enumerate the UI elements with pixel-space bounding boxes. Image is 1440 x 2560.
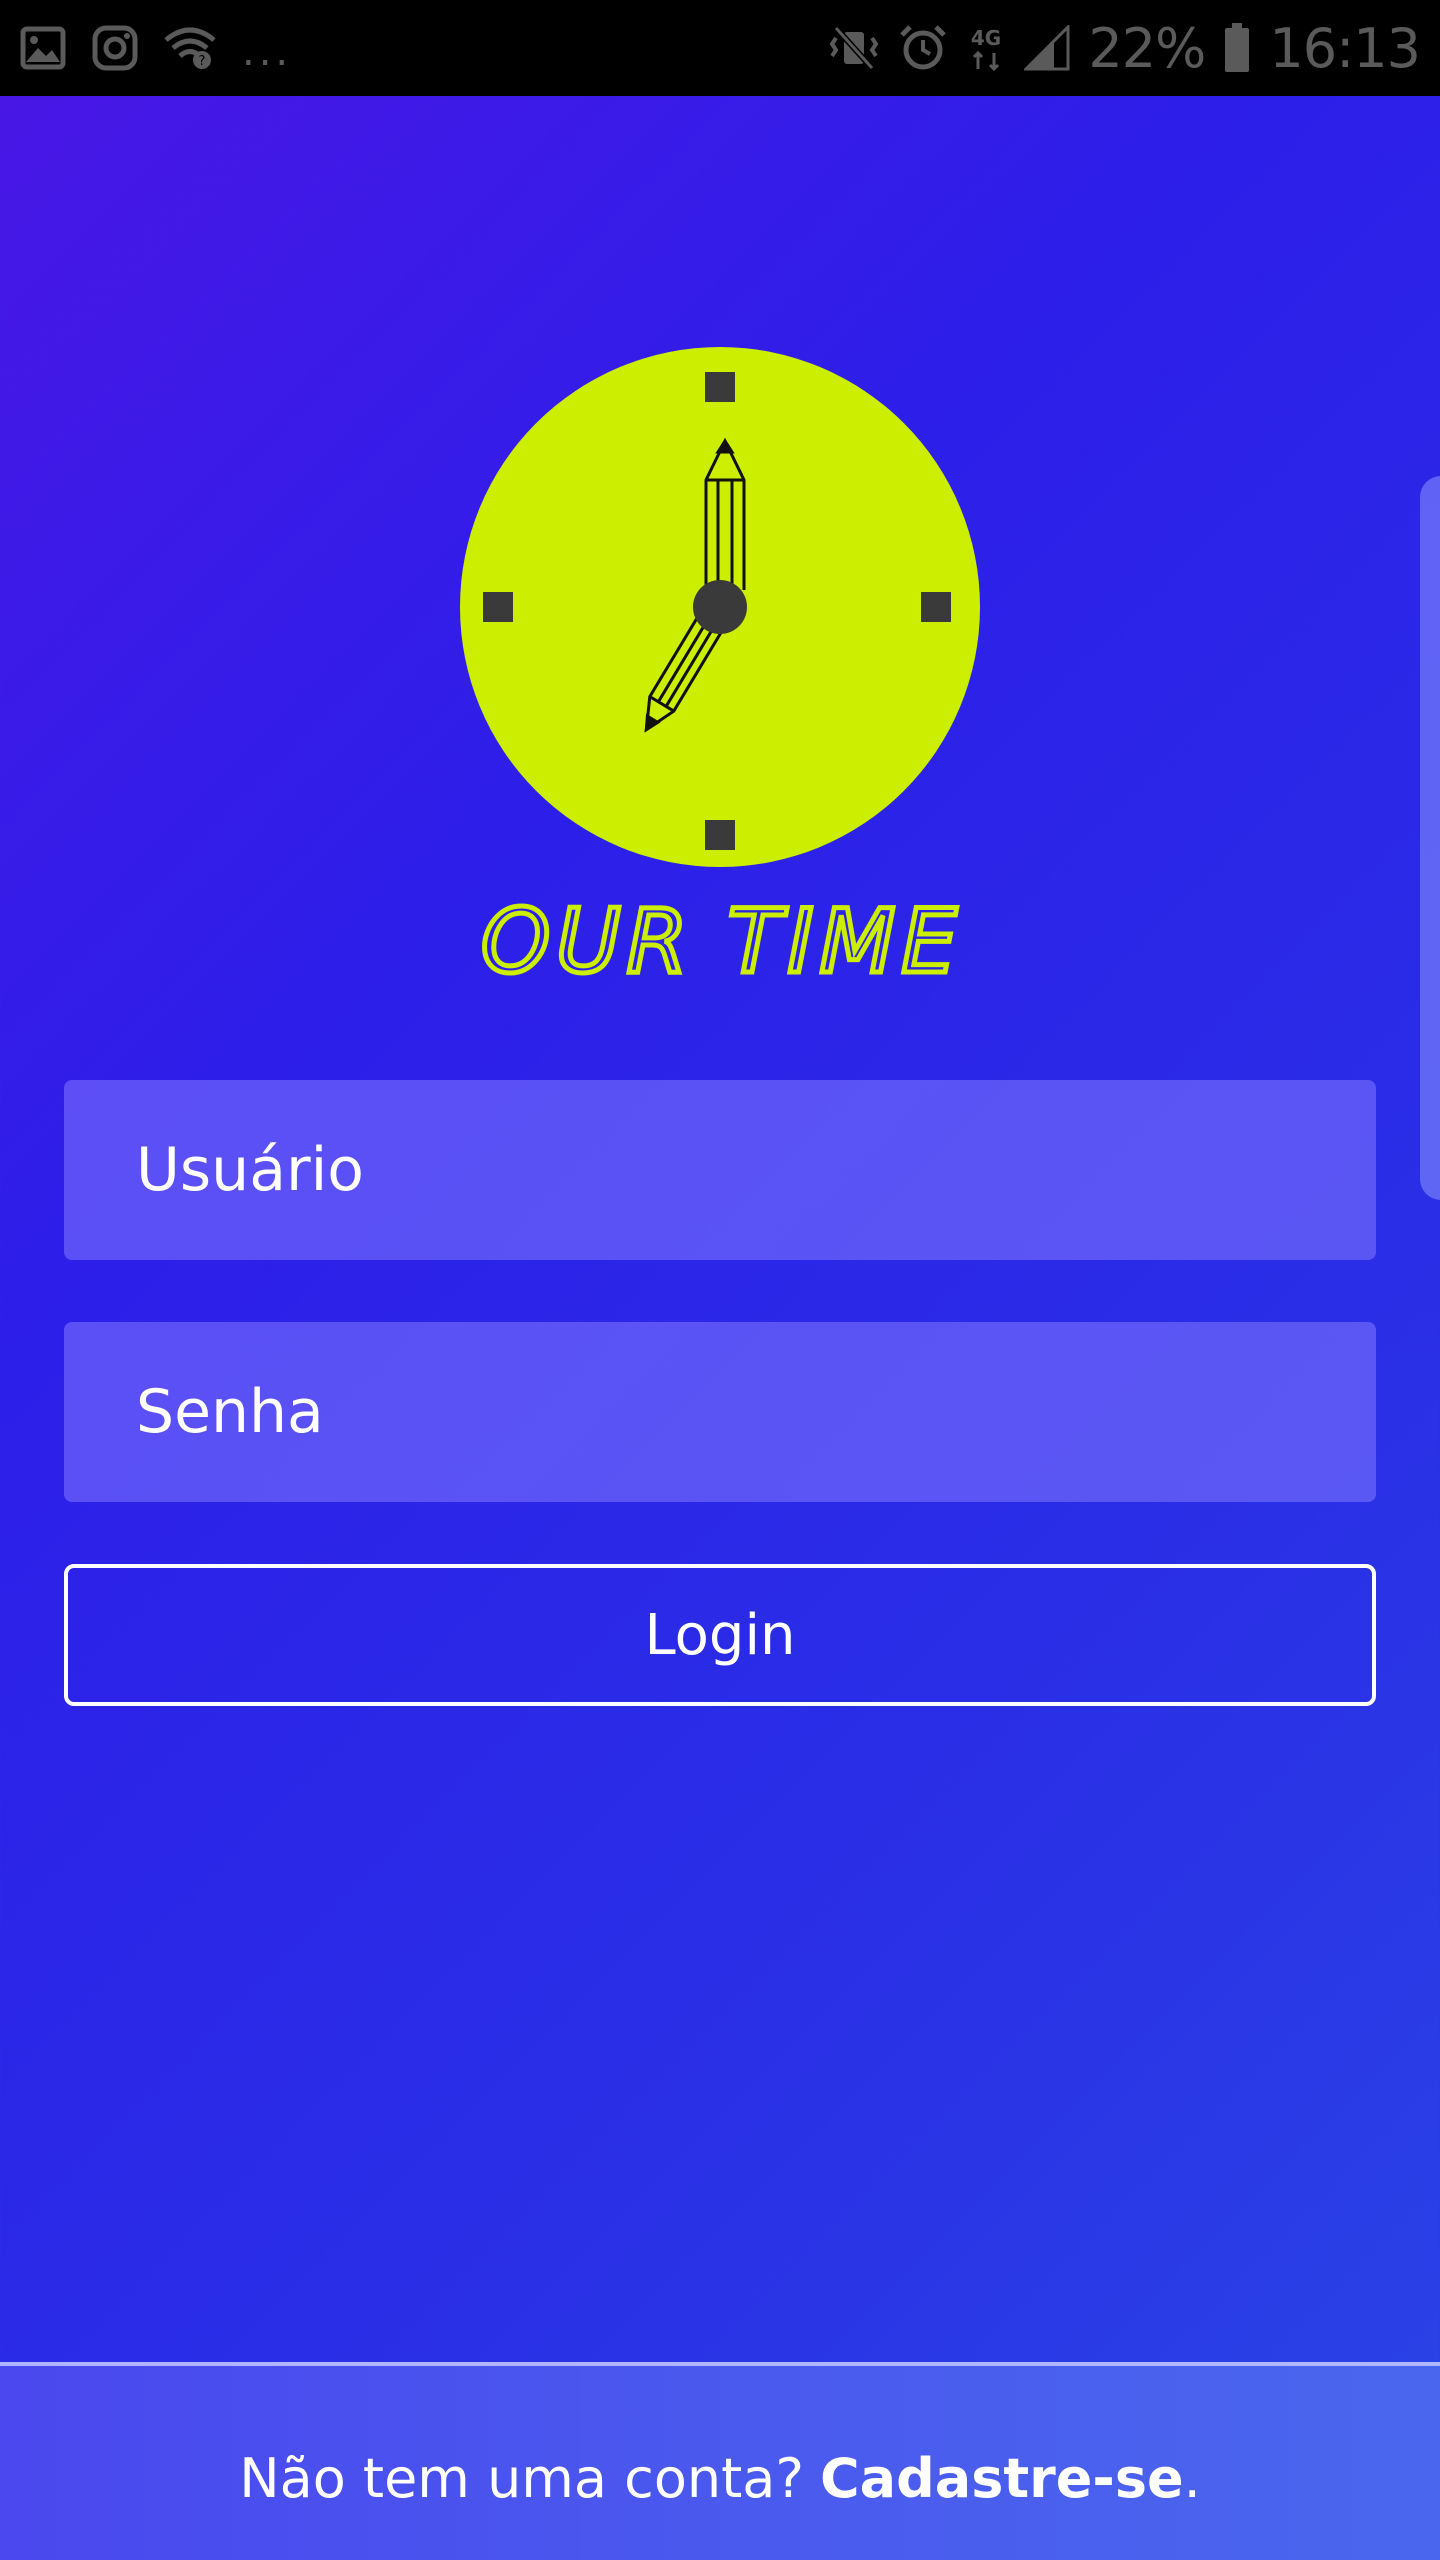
- username-input[interactable]: [136, 1135, 1304, 1205]
- instagram-icon: [92, 25, 138, 71]
- network-4g-icon: 4G: [966, 23, 1006, 73]
- password-input[interactable]: [136, 1377, 1304, 1447]
- vibrate-icon: [828, 24, 880, 72]
- clock-marker-3: [921, 592, 951, 622]
- alarm-icon: [898, 23, 948, 73]
- logo-wordmark: OUR TIME: [481, 890, 963, 993]
- clock-time: 16:13: [1269, 16, 1421, 80]
- clock-marker-9: [483, 592, 513, 622]
- app-logo: OUR TIME: [440, 340, 1000, 1000]
- notification-area: ? ...: [20, 21, 292, 75]
- clock-marker-6: [705, 820, 735, 850]
- clock-center: [693, 580, 747, 634]
- clock-marker-12: [705, 372, 735, 402]
- battery-percent: 22%: [1088, 16, 1206, 80]
- system-status-area: 4G 22% 16:13: [828, 16, 1421, 80]
- password-field[interactable]: [64, 1322, 1376, 1502]
- signup-footer: Não tem uma conta? Cadastre-se .: [0, 2366, 1440, 2560]
- svg-text:4G: 4G: [971, 26, 1001, 50]
- image-icon: [20, 26, 66, 70]
- scroll-handle[interactable]: [1420, 476, 1440, 1200]
- wifi-question-icon: ?: [164, 26, 216, 70]
- more-notifications-indicator: ...: [242, 29, 293, 75]
- signup-trailing-period: .: [1183, 2446, 1201, 2510]
- status-bar: ? ... 4G 22% 16:13: [0, 0, 1440, 96]
- svg-text:?: ?: [199, 54, 206, 69]
- battery-icon: [1223, 22, 1251, 74]
- username-field[interactable]: [64, 1080, 1376, 1260]
- signal-icon: [1024, 25, 1070, 71]
- signup-link[interactable]: Cadastre-se: [820, 2447, 1184, 2510]
- login-button[interactable]: Login: [64, 1564, 1376, 1706]
- signup-prompt: Não tem uma conta?: [239, 2446, 805, 2510]
